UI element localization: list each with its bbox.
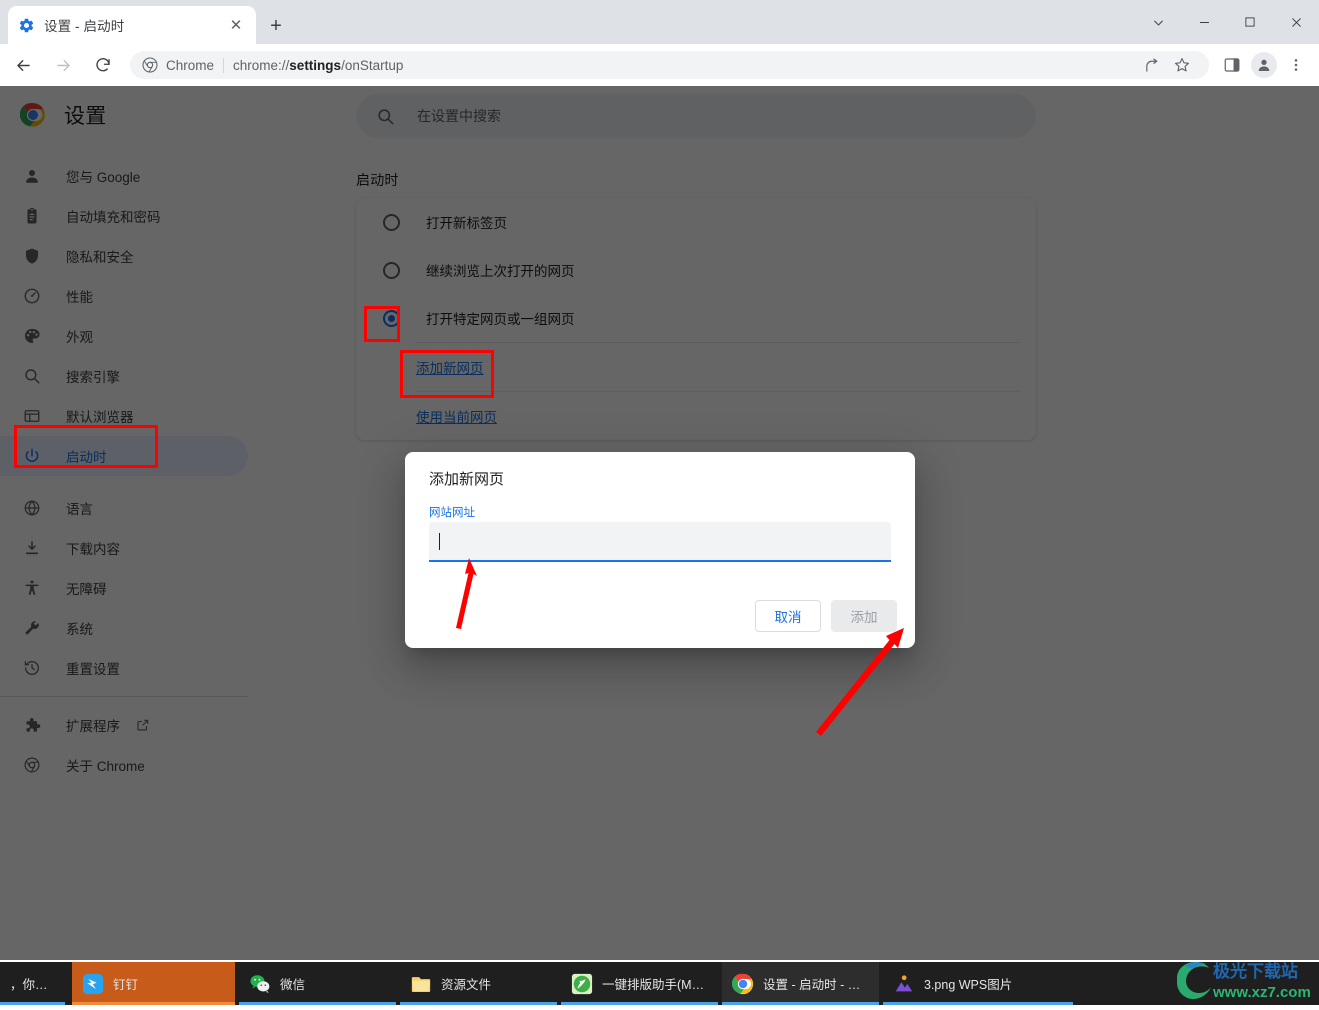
taskbar-item-mye-formatter[interactable]: 一键排版助手(MyE... (561, 962, 718, 1005)
taskbar-item-browser[interactable]: ，你就知... (0, 962, 65, 1005)
site-url-label: 网站网址 (429, 507, 475, 519)
dingtalk-icon (82, 973, 104, 994)
share-icon[interactable] (1137, 50, 1167, 80)
mye-icon (571, 973, 593, 994)
omnibox-url-suffix: /onStartup (341, 57, 404, 73)
taskbar-item-folder[interactable]: 资源文件 (400, 962, 557, 1005)
three-dot-menu-icon[interactable] (1281, 50, 1311, 80)
omnibox-url: chrome://settings/onStartup (233, 58, 403, 73)
chevron-down-icon[interactable] (1135, 0, 1181, 44)
browser-tab-active[interactable]: 设置 - 启动时 ✕ (8, 6, 256, 44)
taskbar-item-label: 资源文件 (441, 978, 492, 992)
browser-toolbar: Chrome chrome://settings/onStartup (0, 44, 1319, 86)
omnibox-actions (1137, 50, 1197, 80)
close-icon[interactable]: ✕ (226, 15, 246, 35)
wps-picture-icon (895, 974, 913, 991)
chrome-icon (142, 57, 158, 73)
text-caret (439, 532, 440, 550)
omnibox-divider (223, 57, 225, 73)
taskbar-item-wps-picture[interactable]: 3.png WPS图片 (883, 962, 1073, 1005)
site-url-input[interactable] (429, 522, 891, 562)
maximize-icon[interactable] (1227, 0, 1273, 44)
reload-icon[interactable] (86, 48, 120, 82)
add-new-page-dialog: 添加新网页 网站网址 取消 添加 (405, 452, 915, 648)
taskbar-item-label: 设置 - 启动时 - Go... (763, 978, 869, 992)
taskbar-item-wechat[interactable]: 微信 (239, 962, 396, 1005)
dialog-title: 添加新网页 (429, 471, 505, 488)
taskbar-item-label: 钉钉 (113, 978, 139, 992)
settings-gear-favicon (19, 18, 34, 32)
omnibox-url-prefix: chrome:// (233, 57, 290, 73)
dialog-actions: 取消 添加 (745, 600, 897, 632)
taskbar-item-label: 一键排版助手(MyE... (602, 978, 708, 992)
close-window-icon[interactable] (1273, 0, 1319, 44)
forward-icon[interactable] (46, 48, 80, 82)
omnibox-source-label: Chrome (166, 57, 215, 73)
taskbar-item-label: 微信 (280, 978, 306, 992)
window-controls (1135, 0, 1319, 44)
site-watermark: 极光下载站 www.xz7.com (1175, 958, 1315, 1005)
watermark-url: www.xz7.com (1212, 984, 1311, 1001)
taskbar-item-dingtalk[interactable]: 钉钉 (72, 962, 235, 1005)
minimize-icon[interactable] (1181, 0, 1227, 44)
taskbar-item-label: ，你就知... (10, 978, 55, 992)
new-tab-button[interactable]: + (262, 12, 290, 40)
star-icon[interactable] (1167, 50, 1197, 80)
back-icon[interactable] (6, 48, 40, 82)
watermark-brand: 极光下载站 (1213, 961, 1298, 981)
cancel-button[interactable]: 取消 (755, 600, 821, 632)
chrome-icon (732, 973, 754, 994)
tab-strip: 设置 - 启动时 ✕ + (0, 0, 1319, 44)
profile-avatar-icon[interactable] (1251, 52, 1277, 78)
windows-taskbar: ，你就知... 钉钉 微信 资源文件 (0, 962, 1319, 1005)
folder-icon (411, 976, 431, 992)
add-button[interactable]: 添加 (831, 600, 897, 632)
side-panel-icon[interactable] (1217, 50, 1247, 80)
omnibox-url-bold: settings (289, 57, 342, 73)
taskbar-item-chrome[interactable]: 设置 - 启动时 - Go... (722, 962, 879, 1005)
taskbar-item-label: 3.png WPS图片 (924, 978, 1013, 992)
tab-title: 设置 - 启动时 (44, 19, 125, 34)
wechat-icon (250, 974, 270, 993)
omnibox[interactable]: Chrome chrome://settings/onStartup (130, 51, 1209, 79)
